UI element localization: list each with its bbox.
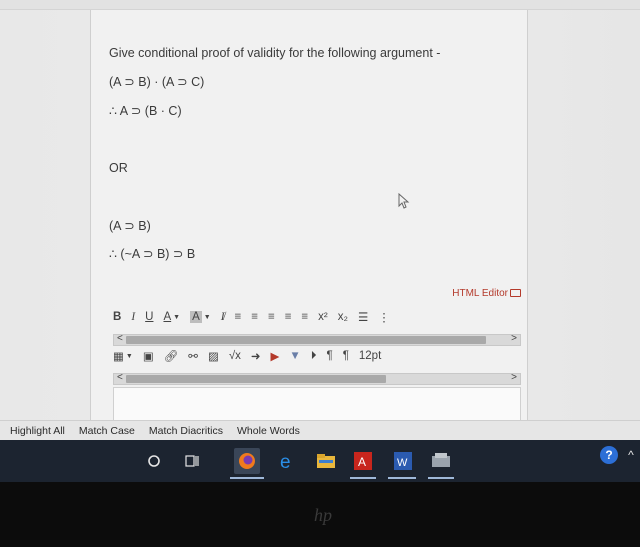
insert-toolbar: ▦ ▼ ▣ 🔗︎ ⚯ ▨ √x ➜ ▶ ▼ ⏵ ¶ ¶ 12pt <box>113 347 521 365</box>
html-editor-link[interactable]: HTML Editor <box>452 288 521 299</box>
more-options-icon[interactable]: ⋮ <box>378 310 390 324</box>
table-icon[interactable]: ▦ <box>113 349 124 363</box>
align-center-button[interactable]: ≡ <box>251 311 258 323</box>
scroll-right-icon[interactable]: > <box>511 333 517 344</box>
task-view-icon[interactable] <box>181 450 203 472</box>
quiz-question-panel: Give conditional proof of validity for t… <box>90 10 528 425</box>
scroll-right-icon[interactable]: > <box>511 372 517 383</box>
underline-button[interactable]: U <box>145 311 153 323</box>
youtube-icon[interactable]: ▶ <box>271 349 280 363</box>
other-app-icon[interactable] <box>430 450 452 472</box>
svg-text:e: e <box>280 452 291 471</box>
bullet-list-button[interactable]: ☰ <box>358 310 368 324</box>
separator-or: OR <box>109 161 128 175</box>
image-icon[interactable]: ▨ <box>208 349 219 363</box>
html-editor-label: HTML Editor <box>452 288 508 299</box>
screen: Give conditional proof of validity for t… <box>0 0 640 482</box>
argument1-premise: (A ⊃ B) · (A ⊃ C) <box>109 75 205 89</box>
media-icon[interactable]: ▣ <box>143 349 154 363</box>
font-size-selector[interactable]: 12pt <box>359 350 381 362</box>
svg-text:A: A <box>358 455 366 469</box>
search-circle-icon[interactable] <box>143 450 165 472</box>
windows-taskbar: e A W ? ^ <box>0 440 640 482</box>
rtl-direction-icon[interactable]: ¶ <box>343 350 349 362</box>
argument2-premise: (A ⊃ B) <box>109 219 151 233</box>
firefox-active-indicator <box>230 477 264 479</box>
word-active-indicator <box>388 477 416 479</box>
toolbar2-scrollbar[interactable]: < > <box>113 372 521 385</box>
background-color-dropdown-icon[interactable]: ▼ <box>204 314 211 321</box>
ltr-direction-icon[interactable]: ¶ <box>327 350 333 362</box>
keyboard-icon <box>510 289 521 298</box>
show-hidden-icons-chevron-icon[interactable]: ^ <box>620 444 640 466</box>
text-color-button[interactable]: A <box>163 311 171 323</box>
bold-button[interactable]: B <box>113 311 121 323</box>
file-explorer-icon[interactable] <box>315 450 337 472</box>
justify-button[interactable]: ≡ <box>285 311 292 323</box>
indent-button[interactable]: ≡ <box>301 311 308 323</box>
unlink-icon[interactable]: ⚯ <box>188 349 198 363</box>
firefox-icon[interactable] <box>234 448 260 474</box>
hp-logo: hp <box>314 505 332 525</box>
mouse-pointer-icon <box>398 192 410 214</box>
rich-text-editor[interactable]: HTML Editor B I U A ▼ A ▼ I̸ ≡ ≡ ≡ ≡ ≡ x… <box>113 286 521 426</box>
match-case-option[interactable]: Match Case <box>79 425 135 437</box>
math-equation-button[interactable]: √x <box>229 350 241 362</box>
other-app-active-indicator <box>428 477 454 479</box>
acrobat-icon[interactable]: A <box>352 450 374 472</box>
toolbar1-scrollbar[interactable]: < > <box>113 333 521 346</box>
subscript-button[interactable]: x₂ <box>338 311 348 323</box>
scroll-left-icon[interactable]: < <box>117 333 123 344</box>
scroll-thumb[interactable] <box>126 336 486 344</box>
scroll-left-icon[interactable]: < <box>117 372 123 383</box>
browser-top-strip <box>0 0 640 10</box>
help-icon[interactable]: ? <box>600 446 618 464</box>
dropdown-v-icon[interactable]: ▼ <box>289 350 300 362</box>
highlight-all-option[interactable]: Highlight All <box>10 425 65 437</box>
link-icon[interactable]: 🔗︎ <box>164 349 179 363</box>
edge-icon[interactable]: e <box>276 450 298 472</box>
italic-button[interactable]: I <box>131 311 135 323</box>
find-bar: Highlight All Match Case Match Diacritic… <box>0 420 640 440</box>
scroll-thumb[interactable] <box>126 375 386 383</box>
argument1-conclusion: ∴ A ⊃ (B · C) <box>109 104 182 118</box>
embed-icon[interactable]: ➜ <box>251 349 261 363</box>
question-prompt: Give conditional proof of validity for t… <box>109 46 441 60</box>
text-color-dropdown-icon[interactable]: ▼ <box>173 314 180 321</box>
acrobat-active-indicator <box>350 477 376 479</box>
formatting-toolbar: B I U A ▼ A ▼ I̸ ≡ ≡ ≡ ≡ ≡ x² x₂ ☰ ⋮ <box>113 308 521 326</box>
align-left-button[interactable]: ≡ <box>235 311 242 323</box>
argument2-conclusion: ∴ (~A ⊃ B) ⊃ B <box>109 247 196 261</box>
background-color-button[interactable]: A <box>190 311 202 323</box>
match-diacritics-option[interactable]: Match Diacritics <box>149 425 223 437</box>
table-dropdown-icon[interactable]: ▼ <box>126 353 133 360</box>
superscript-button[interactable]: x² <box>318 311 328 323</box>
word-icon[interactable]: W <box>392 450 414 472</box>
svg-text:W: W <box>397 457 408 469</box>
clear-formatting-button[interactable]: I̸ <box>221 311 225 323</box>
whole-words-option[interactable]: Whole Words <box>237 425 300 437</box>
align-right-button[interactable]: ≡ <box>268 311 275 323</box>
record-media-icon[interactable]: ⏵ <box>311 350 317 363</box>
